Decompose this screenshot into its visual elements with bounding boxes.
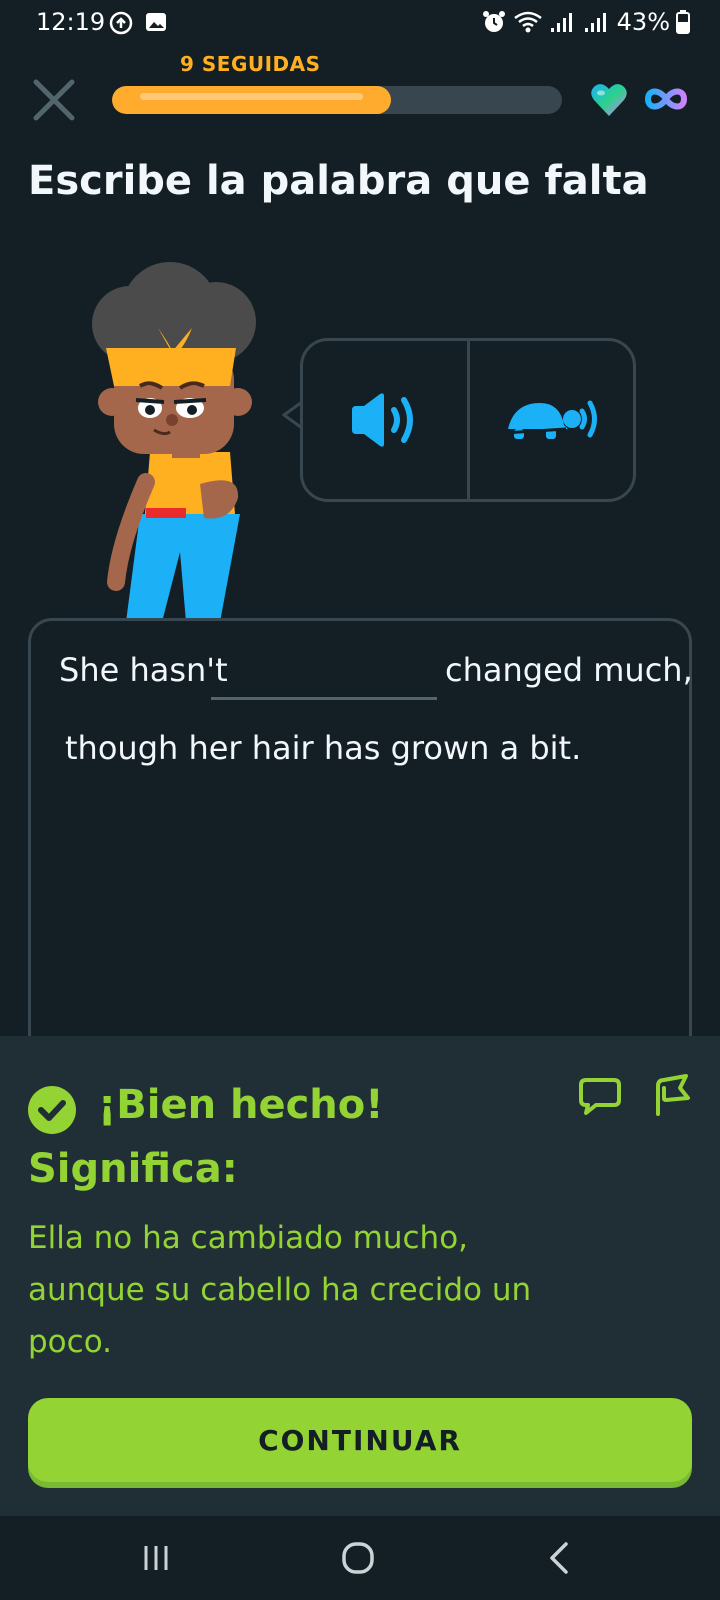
signal-icon-2 — [584, 13, 606, 32]
check-circle-icon — [28, 1086, 76, 1134]
signal-icon — [550, 13, 572, 32]
data-saver-icon — [109, 11, 133, 35]
duolingo-lesson-screen: 12:19 43% 9 SEGUIDAS Escribe la palabra … — [0, 0, 720, 1600]
wifi-icon — [513, 11, 542, 33]
character-illustration — [92, 262, 256, 622]
back-icon[interactable] — [538, 1536, 582, 1580]
gallery-icon — [146, 13, 166, 31]
meaning-text: Ella no ha cambiado mucho, aunque su cab… — [28, 1220, 532, 1360]
play-audio-button[interactable] — [303, 341, 467, 499]
comment-icon[interactable] — [578, 1076, 622, 1116]
close-icon[interactable] — [32, 78, 76, 122]
sentence-line-2: though her hair has grown a bit. — [65, 729, 582, 767]
system-nav-bar — [0, 1516, 720, 1600]
lesson-progress-bar — [112, 86, 562, 114]
status-time: 12:19 — [36, 8, 106, 36]
streak-label: 9 SEGUIDAS — [180, 52, 321, 76]
infinity-icon — [644, 88, 688, 110]
flag-icon[interactable] — [650, 1072, 692, 1116]
turtle-speaker-icon — [504, 400, 598, 439]
home-icon[interactable] — [336, 1536, 380, 1580]
heart-icon[interactable] — [590, 82, 628, 118]
exercise-heading: Escribe la palabra que falta — [28, 158, 649, 204]
missing-word-input[interactable] — [211, 647, 437, 700]
battery-percent: 43% — [616, 8, 670, 36]
progress-shine — [140, 93, 363, 100]
play-slow-audio-button[interactable] — [470, 341, 634, 499]
speech-bubble-tail — [282, 400, 302, 430]
feedback-title: ¡Bien hecho! — [98, 1082, 384, 1128]
sentence-before-blank: She hasn't — [59, 651, 228, 689]
recent-apps-icon[interactable] — [134, 1536, 178, 1580]
status-bar: 12:19 43% — [0, 0, 720, 44]
feedback-panel: ¡Bien hecho! Significa: Ella no ha cambi… — [0, 1036, 720, 1516]
meaning-label: Significa: — [28, 1146, 238, 1192]
sentence-after-blank: changed much, — [445, 651, 693, 689]
alarm-icon — [482, 11, 505, 32]
battery-icon — [676, 10, 690, 34]
audio-speech-bubble — [300, 338, 636, 502]
sentence-card: She hasn't changed much, though her hair… — [28, 618, 693, 1078]
speaker-icon — [351, 393, 413, 447]
progress-fill — [112, 86, 391, 114]
continue-button[interactable]: CONTINUAR — [28, 1398, 692, 1482]
